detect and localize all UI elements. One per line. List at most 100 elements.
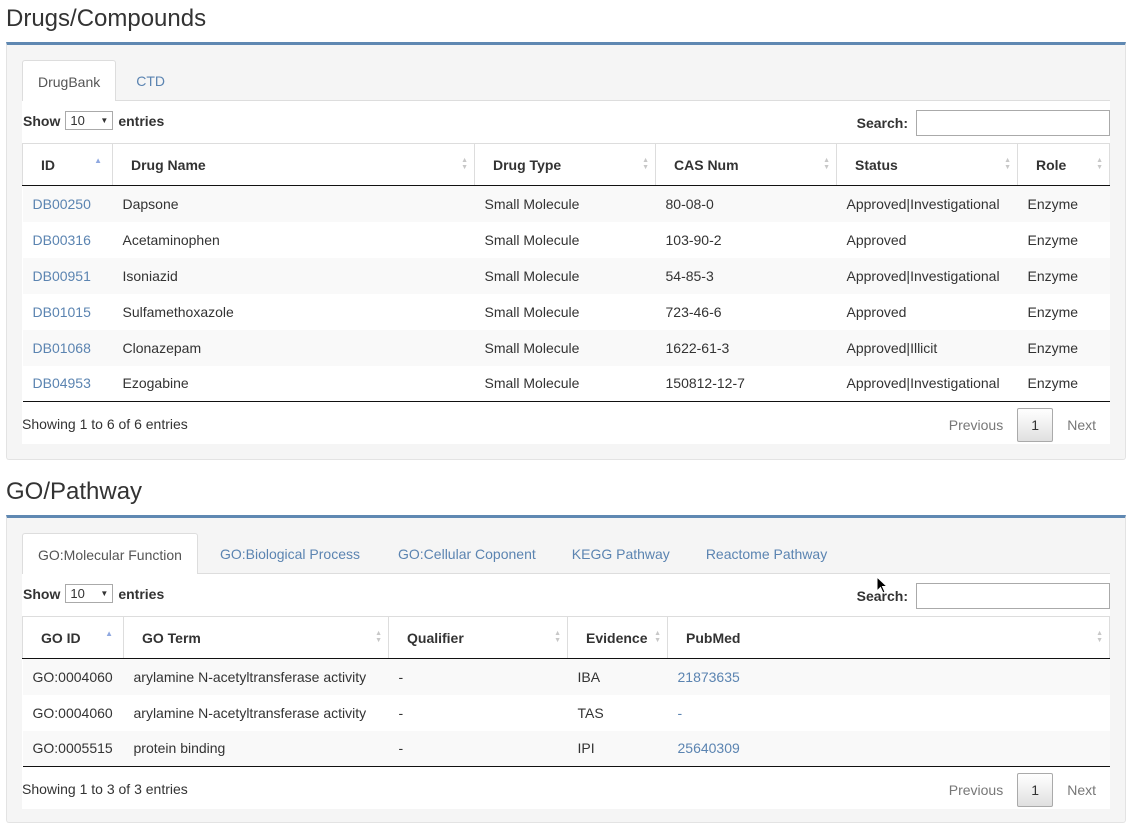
search-label: Search: [856, 115, 908, 131]
length-select[interactable]: 10 ▼ [65, 111, 114, 130]
table-row: DB00316 Acetaminophen Small Molecule 103… [23, 222, 1110, 258]
search-control: Search: [857, 583, 1110, 609]
sort-icon: ▲ ▼ [375, 630, 382, 644]
table-row: GO:0004060 arylamine N-acetyltransferase… [22, 658, 1110, 695]
table-cell: TAS [577, 704, 604, 721]
table-cell: Ezogabine [112, 365, 475, 402]
table-cell: Sulfamethoxazole [122, 303, 234, 320]
section-title-drugs: Drugs/Compounds [6, 5, 207, 32]
tab-drugbank[interactable]: DrugBank [22, 60, 117, 102]
length-select[interactable]: 10 ▼ [65, 584, 114, 603]
length-control: Show 10 ▼ entries [23, 584, 164, 603]
pubmed-link[interactable]: 21873635 [678, 669, 740, 685]
mouse-cursor-icon [876, 576, 888, 594]
page-button-current[interactable]: 1 [1017, 773, 1054, 807]
table-cell: Small Molecule [474, 329, 656, 366]
table-cell: Small Molecule [474, 365, 656, 402]
table-cell: Approved [846, 303, 907, 320]
table-cell: GO:0004060 [22, 658, 124, 695]
drugs-tab-content: Show 10 ▼ entries Search: ID ▲ Drug Name ▲… [22, 101, 1110, 444]
show-label: Show [23, 112, 61, 129]
tab-kegg-pathway[interactable]: KEGG Pathway [556, 533, 686, 574]
table-row: DB01068 Clonazepam Small Molecule 1622-6… [22, 329, 1110, 366]
table-row: DB01015 Sulfamethoxazole Small Molecule … [23, 294, 1110, 330]
tab-go-molecular-function[interactable]: GO:Molecular Function [22, 533, 198, 575]
column-header-qualifier[interactable]: Qualifier ▲ ▼ [388, 616, 568, 659]
column-header-drug-type[interactable]: Drug Type ▲ ▼ [474, 143, 656, 186]
drugs-tabs: DrugBank CTD [22, 60, 1110, 102]
section-title-go: GO/Pathway [6, 478, 143, 505]
pubmed-link[interactable]: 25640309 [678, 740, 740, 756]
table-cell: Small Molecule [484, 231, 580, 248]
drug-id-link[interactable]: DB00951 [33, 268, 91, 284]
previous-button[interactable]: Previous [935, 773, 1017, 807]
sort-icon: ▲ ▼ [461, 157, 468, 171]
drug-id-link[interactable]: DB01068 [33, 340, 91, 356]
tab-ctd[interactable]: CTD [120, 60, 181, 101]
column-header-status[interactable]: Status ▲ ▼ [836, 143, 1018, 186]
sort-icon: ▲ ▼ [1096, 157, 1103, 171]
table-row: DB00250 Dapsone Small Molecule 80-08-0 A… [22, 185, 1110, 222]
table-cell: Enzyme [1017, 329, 1110, 366]
column-header-id[interactable]: ID ▲ [22, 143, 113, 186]
tab-reactome-pathway[interactable]: Reactome Pathway [690, 533, 843, 574]
table-cell: Approved [846, 231, 907, 248]
column-header-role[interactable]: Role ▲ ▼ [1017, 143, 1110, 186]
search-input[interactable] [916, 583, 1110, 609]
table-cell: 1622-61-3 [655, 329, 837, 366]
sort-icon: ▲ ▼ [554, 630, 561, 644]
table-cell: Small Molecule [474, 185, 656, 222]
pagination: Previous 1 Next [935, 773, 1110, 807]
show-label: Show [23, 585, 61, 602]
page-button-current[interactable]: 1 [1017, 408, 1054, 442]
next-button[interactable]: Next [1053, 408, 1110, 442]
table-info: Showing 1 to 3 of 3 entries [22, 781, 188, 797]
table-cell: 103-90-2 [665, 231, 722, 248]
drug-id-link[interactable]: DB01015 [33, 304, 91, 320]
sort-icon: ▲ ▼ [642, 157, 649, 171]
column-header-go-term[interactable]: GO Term ▲ ▼ [123, 616, 389, 659]
tab-go-cellular-component[interactable]: GO:Cellular Coponent [382, 533, 552, 574]
table-cell: IPI [567, 730, 668, 767]
table-cell: Small Molecule [474, 257, 656, 294]
table-cell: Clonazepam [112, 329, 475, 366]
table-cell: 150812-12-7 [655, 365, 837, 402]
table-cell: GO:0004060 [32, 704, 113, 721]
column-header-go-id[interactable]: GO ID ▲ [22, 616, 124, 659]
next-button[interactable]: Next [1053, 773, 1110, 807]
column-header-pubmed[interactable]: PubMed ▲ ▼ [667, 616, 1110, 659]
entries-label: entries [118, 585, 165, 602]
drug-id-link[interactable]: DB00316 [33, 232, 91, 248]
table-cell: Isoniazid [112, 257, 475, 294]
table-cell: Enzyme [1027, 303, 1079, 320]
drug-id-link[interactable]: DB04953 [33, 375, 91, 391]
drugs-table: ID ▲ Drug Name ▲ ▼ Drug Type ▲ ▼ CAS Num ▲ ▼ St… [22, 143, 1110, 402]
previous-button[interactable]: Previous [935, 408, 1017, 442]
table-cell: protein binding [123, 730, 389, 767]
sort-asc-icon: ▲ [94, 156, 102, 165]
drugs-panel: DrugBank CTD Show 10 ▼ entries Search: I… [6, 42, 1126, 460]
go-tab-content: Show 10 ▼ entries Search: GO ID ▲ GO Term… [22, 574, 1110, 809]
table-cell: arylamine N-acetyltransferase activity [123, 658, 389, 695]
table-cell: Enzyme [1027, 231, 1079, 248]
table-cell: - [388, 730, 568, 767]
column-header-drug-name[interactable]: Drug Name ▲ ▼ [112, 143, 475, 186]
entries-label: entries [118, 112, 165, 129]
column-header-evidence[interactable]: Evidence ▲ ▼ [567, 616, 668, 659]
table-row: GO:0004060 arylamine N-acetyltransferase… [23, 695, 1110, 731]
table-cell: Approved|Investigational [836, 185, 1018, 222]
column-header-cas-num[interactable]: CAS Num ▲ ▼ [655, 143, 837, 186]
table-cell: Approved|Investigational [836, 365, 1018, 402]
go-tabs: GO:Molecular Function GO:Biological Proc… [22, 533, 1110, 575]
sort-asc-icon: ▲ [105, 629, 113, 638]
table-cell: Acetaminophen [122, 231, 220, 248]
tab-go-biological-process[interactable]: GO:Biological Process [202, 533, 378, 574]
table-cell: Approved|Investigational [836, 257, 1018, 294]
drug-id-link[interactable]: DB00250 [33, 196, 91, 212]
length-control: Show 10 ▼ entries [23, 111, 164, 130]
search-input[interactable] [916, 110, 1110, 136]
chevron-down-icon: ▼ [100, 116, 109, 125]
table-cell: Dapsone [112, 185, 475, 222]
pubmed-link[interactable]: - [678, 705, 683, 721]
sort-icon: ▲ ▼ [823, 157, 830, 171]
